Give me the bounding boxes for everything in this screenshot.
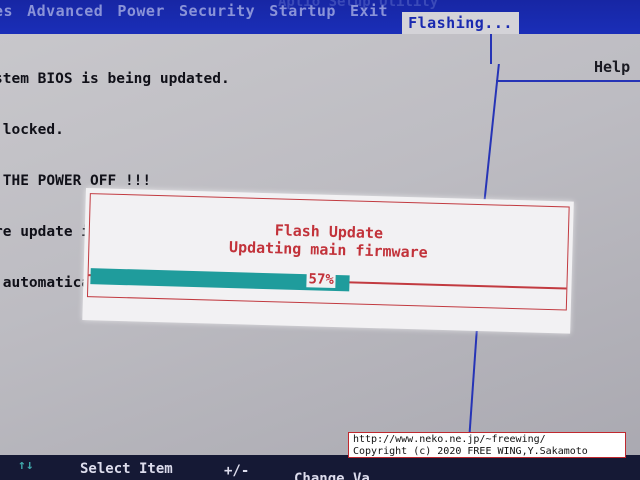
- menu-item-startup[interactable]: Startup: [269, 2, 336, 34]
- dialog-frame: Flash Update Updating main firmware 57%: [86, 193, 570, 311]
- progress-percent-label: 57%: [306, 271, 337, 289]
- menu-item-main[interactable]: es: [0, 2, 13, 34]
- menu-bar: Aptio Setup Utility es Advanced Power Se…: [0, 0, 640, 34]
- info-line: THE POWER OFF !!!: [0, 173, 152, 189]
- help-divider: [496, 80, 640, 82]
- hint-plus-minus: +/-: [224, 463, 250, 479]
- info-line: stem BIOS is being updated.: [0, 71, 230, 87]
- info-line: locked.: [0, 122, 64, 138]
- panel-divider: [482, 64, 500, 214]
- hint-select-item: Select Item: [80, 461, 173, 477]
- panel-divider-top: [490, 34, 492, 64]
- arrow-keys-icon: ↑↓: [18, 458, 34, 473]
- menu-item-exit[interactable]: Exit: [350, 2, 388, 34]
- menu-item-flashing[interactable]: Flashing...: [402, 12, 519, 34]
- watermark-copyright: Copyright (c) 2020 FREE WING,Y.Sakamoto: [353, 446, 588, 457]
- menu-item-security[interactable]: Security: [179, 2, 255, 34]
- copyright-watermark: http://www.neko.ne.jp/~freewing/Copyrigh…: [348, 432, 626, 458]
- menu-item-power[interactable]: Power: [117, 2, 165, 34]
- bios-screen: Aptio Setup Utility es Advanced Power Se…: [0, 0, 640, 480]
- menu-item-advanced[interactable]: Advanced: [27, 2, 103, 34]
- flash-update-dialog: Flash Update Updating main firmware 57%: [82, 188, 574, 334]
- help-heading: Help: [594, 58, 631, 76]
- hint-change-value: Change Va: [294, 471, 370, 480]
- menu-items: es Advanced Power Security Startup Exit …: [0, 2, 519, 34]
- watermark-url: http://www.neko.ne.jp/~freewing/: [353, 434, 546, 445]
